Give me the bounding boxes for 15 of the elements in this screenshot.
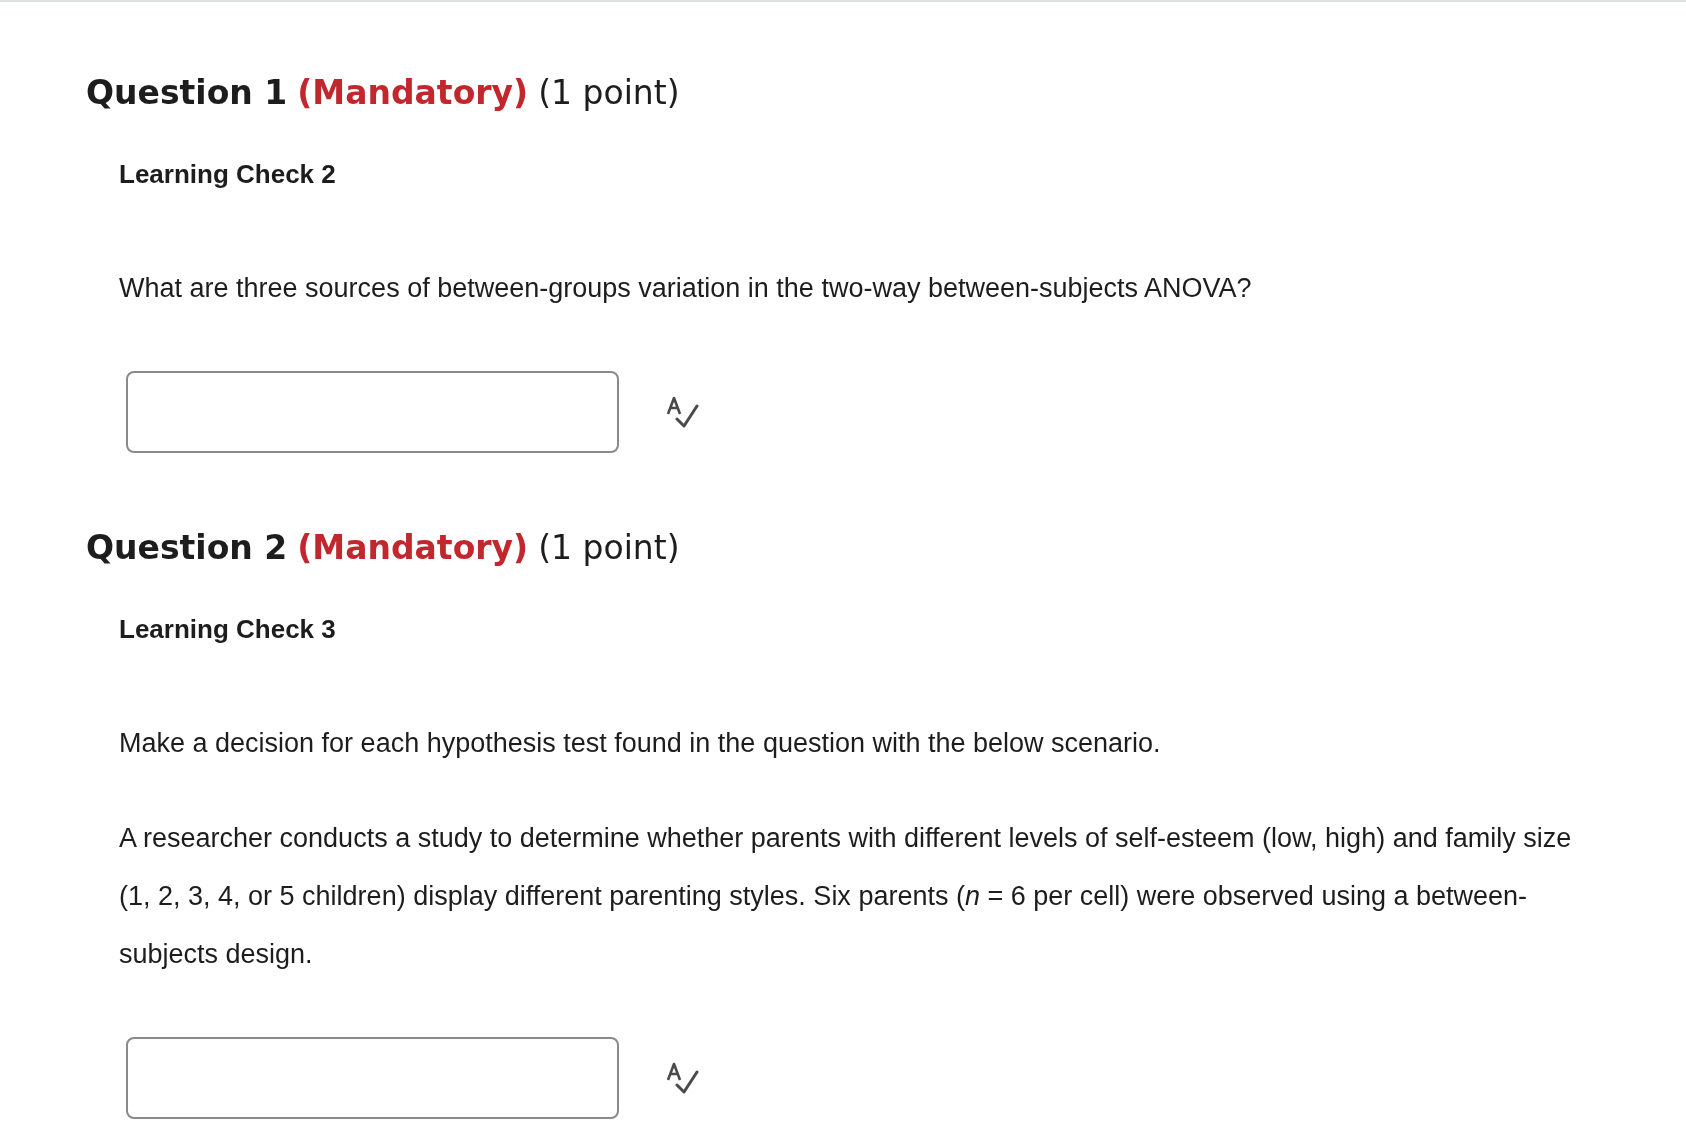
points-label: (1 point) (538, 527, 680, 569)
spellcheck-icon[interactable] (665, 1060, 699, 1096)
answer-field[interactable] (126, 1037, 619, 1119)
question-number: Question 1 (86, 72, 288, 114)
question-text: A researcher conducts a study to determine whether parents with different levels of self-esteem (low, high) and family size (1, 2, 3, 4, or 5 children) display different parenting styles. Six parents (n = 6 per cell) were observed using a between-subjects design. (119, 822, 1573, 971)
question-text: Make a decision for each hypothesis test found in the question with the below scenario. (119, 727, 1162, 760)
spellcheck-icon[interactable] (665, 394, 699, 430)
question-title: Learning Check 2 (119, 158, 337, 190)
question-title: Learning Check 3 (119, 613, 337, 645)
answer-field[interactable] (126, 371, 619, 453)
mandatory-label: (Mandatory) (297, 72, 529, 114)
question-number: Question 2 (86, 527, 288, 569)
points-label: (1 point) (538, 72, 680, 114)
question-text: What are three sources of between-groups variation in the two-way between-subjects ANOVA? (119, 272, 1253, 305)
mandatory-label: (Mandatory) (297, 527, 529, 569)
